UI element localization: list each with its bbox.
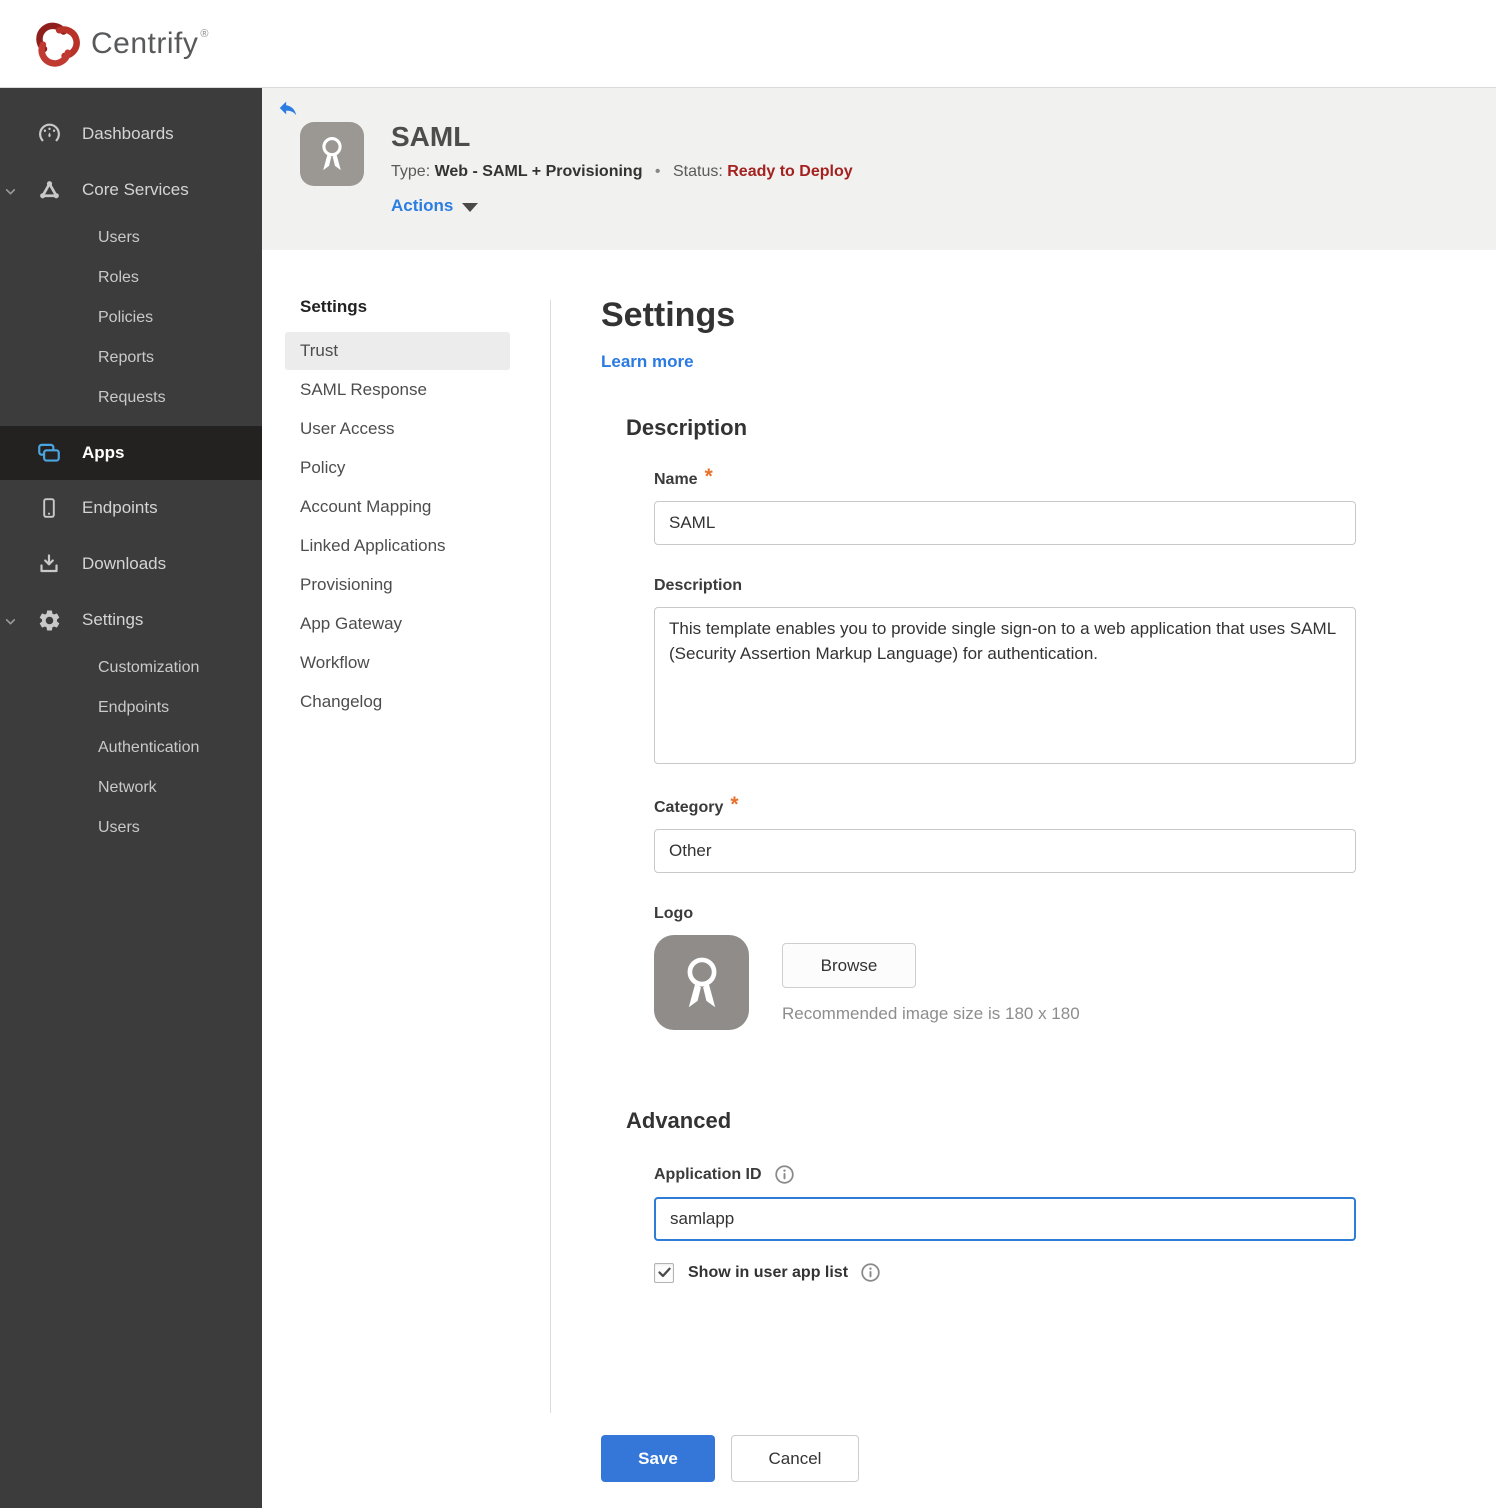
download-icon <box>36 551 62 577</box>
description-label: Description <box>654 577 743 594</box>
page-title: Settings <box>601 296 736 334</box>
caret-down-icon <box>462 202 479 212</box>
section-heading: Description <box>626 415 748 440</box>
application-id-input[interactable] <box>654 1197 1356 1241</box>
browse-button[interactable]: Browse <box>782 943 916 988</box>
info-icon[interactable] <box>860 1262 881 1283</box>
sidebar-item-customization[interactable]: Customization <box>0 648 262 688</box>
subnav-item-changelog[interactable]: Changelog <box>285 683 510 721</box>
subnav-item-provisioning[interactable]: Provisioning <box>285 566 510 604</box>
subnav-item-account-mapping[interactable]: Account Mapping <box>285 488 510 526</box>
learn-more-link[interactable]: Learn more <box>601 352 694 372</box>
description-textarea[interactable]: This template enables you to provide sin… <box>654 607 1356 764</box>
sidebar-item-authentication[interactable]: Authentication <box>0 728 262 768</box>
subnav-item-linked-applications[interactable]: Linked Applications <box>285 527 510 565</box>
category-label: Category <box>654 799 724 816</box>
gauge-icon <box>36 121 62 147</box>
core-services-subitems: Users Roles Policies Reports Requests <box>0 218 262 418</box>
app-subnav: Settings Trust SAML Response User Access… <box>262 250 550 1508</box>
sidebar-item-core-services[interactable]: Core Services <box>0 162 262 218</box>
smartphone-icon <box>36 495 62 521</box>
subnav-item-user-access[interactable]: User Access <box>285 410 510 448</box>
sidebar-item-users[interactable]: Users <box>0 218 262 258</box>
name-input[interactable] <box>654 501 1356 545</box>
cancel-button[interactable]: Cancel <box>731 1435 859 1482</box>
sidebar-item-apps[interactable]: Apps <box>0 426 262 480</box>
centrify-logo: Centrify ® <box>33 20 208 68</box>
sidebar-item-label: Dashboards <box>82 124 174 143</box>
sidebar-item-label: Core Services <box>82 180 189 199</box>
sidebar-item-users-settings[interactable]: Users <box>0 808 262 848</box>
sidebar-item-dashboards[interactable]: Dashboards <box>0 106 262 162</box>
name-label: Name <box>654 471 698 488</box>
actions-dropdown[interactable]: Actions <box>391 196 853 216</box>
logo-ribbon-preview <box>654 935 749 1030</box>
checkmark-icon <box>657 1267 671 1278</box>
section-heading: Advanced <box>626 1108 732 1133</box>
subnav-item-workflow[interactable]: Workflow <box>285 644 510 682</box>
meta-separator: • <box>654 162 661 180</box>
sidebar-item-policies[interactable]: Policies <box>0 298 262 338</box>
show-in-app-list-label: Show in user app list <box>688 1263 849 1281</box>
sidebar-item-label: Endpoints <box>82 498 158 517</box>
application-id-label: Application ID <box>654 1165 762 1183</box>
core-services-icon <box>36 177 62 203</box>
subnav-header: Settings <box>300 297 368 316</box>
sidebar-item-downloads[interactable]: Downloads <box>0 536 262 592</box>
status-label: Status: <box>672 162 723 180</box>
actions-label: Actions <box>391 195 454 215</box>
chevron-expanded-icon <box>4 613 18 627</box>
gear-icon <box>36 607 62 633</box>
sidebar: Dashboards Core Services Users Roles Pol… <box>0 88 262 1508</box>
subnav-item-policy[interactable]: Policy <box>285 449 510 487</box>
sidebar-item-label: Apps <box>82 443 125 462</box>
advanced-section: Advanced Application ID samlapp Show in … <box>601 1108 1456 1283</box>
sidebar-item-label: Settings <box>82 610 144 629</box>
sidebar-item-reports[interactable]: Reports <box>0 338 262 378</box>
app-header: SAML Type: Web - SAML + Provisioning • S… <box>262 88 1496 250</box>
info-icon[interactable] <box>774 1164 795 1185</box>
status-value: Ready to Deploy <box>727 162 853 180</box>
type-label: Type: <box>391 162 431 180</box>
subnav-item-saml-response[interactable]: SAML Response <box>285 371 510 409</box>
top-bar: Centrify ® <box>0 0 1496 88</box>
save-button[interactable]: Save <box>601 1435 715 1482</box>
category-input[interactable] <box>654 829 1356 873</box>
app-title: SAML <box>391 121 471 152</box>
centrify-swirl-icon <box>36 22 80 67</box>
show-in-app-list-checkbox[interactable] <box>654 1262 674 1283</box>
settings-subitems: Customization Endpoints Authentication N… <box>0 648 262 848</box>
back-button[interactable] <box>277 97 299 119</box>
description-section: Description Name * Description <box>601 415 1456 1030</box>
sidebar-item-roles[interactable]: Roles <box>0 258 262 298</box>
subnav-item-trust[interactable]: Trust <box>285 332 510 370</box>
chevron-expanded-icon <box>4 183 18 197</box>
logo-size-hint: Recommended image size is 180 x 180 <box>782 1004 1080 1023</box>
required-asterisk: * <box>704 465 713 488</box>
logo-label: Logo <box>654 905 694 922</box>
registered-mark: ® <box>200 27 209 40</box>
apps-icon <box>36 440 62 466</box>
sidebar-item-requests[interactable]: Requests <box>0 378 262 418</box>
settings-panel: Settings Learn more Description Name * S… <box>551 250 1496 1508</box>
type-value: Web - SAML + Provisioning <box>434 162 643 180</box>
required-asterisk: * <box>730 793 739 816</box>
sidebar-item-network[interactable]: Network <box>0 768 262 808</box>
app-ribbon-icon <box>300 122 364 186</box>
app-meta: Type: Web - SAML + Provisioning • Status… <box>391 163 853 181</box>
sidebar-item-label: Downloads <box>82 554 167 573</box>
subnav-item-app-gateway[interactable]: App Gateway <box>285 605 510 643</box>
sidebar-item-settings[interactable]: Settings <box>0 592 262 648</box>
sidebar-item-endpoints[interactable]: Endpoints <box>0 480 262 536</box>
brand-name: Centrify <box>91 26 199 60</box>
sidebar-item-endpoints-settings[interactable]: Endpoints <box>0 688 262 728</box>
